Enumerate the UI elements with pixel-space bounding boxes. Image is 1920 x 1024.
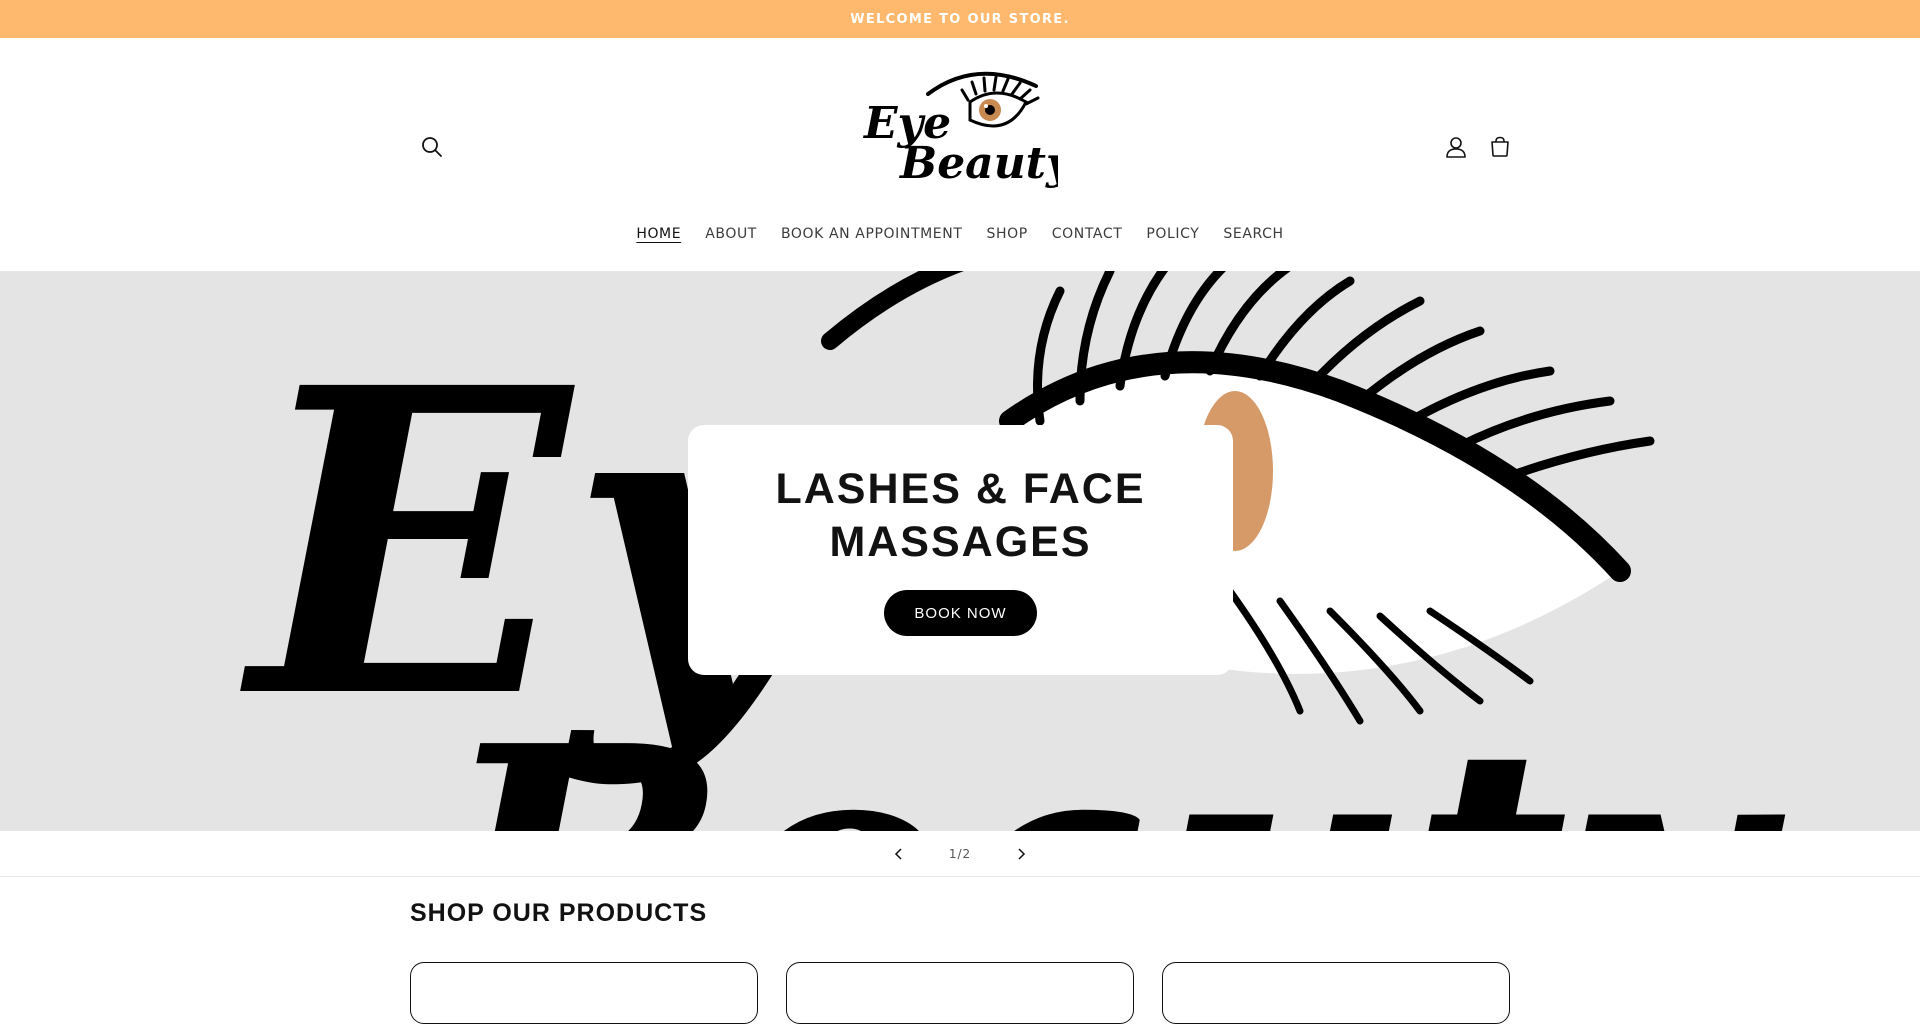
slide-prev-button[interactable]: [889, 844, 909, 864]
nav-item-policy[interactable]: POLICY: [1146, 222, 1199, 246]
chevron-left-icon: [894, 847, 902, 860]
slider-controls: 1/2: [0, 831, 1920, 877]
slide-counter: 1/2: [948, 846, 972, 861]
site-header: Eye Beauty HOME ABOUT BOOK AN APPOINTMEN…: [0, 38, 1920, 271]
book-now-button[interactable]: BOOK NOW: [884, 590, 1037, 636]
nav-item-book-appointment[interactable]: BOOK AN APPOINTMENT: [781, 222, 963, 246]
hero-content-card: LASHES & FACE MASSAGES BOOK NOW: [688, 425, 1233, 675]
svg-text:Beauty: Beauty: [429, 673, 1786, 831]
products-heading: SHOP OUR PRODUCTS: [410, 899, 708, 927]
announcement-bar: WELCOME TO OUR STORE.: [0, 0, 1920, 38]
slide-next-button[interactable]: [1011, 844, 1031, 864]
svg-text:Beauty: Beauty: [898, 138, 1058, 189]
nav-item-home[interactable]: HOME: [636, 222, 681, 246]
main-nav: HOME ABOUT BOOK AN APPOINTMENT SHOP CONT…: [0, 222, 1920, 246]
cart-icon: [1491, 136, 1509, 157]
nav-item-shop[interactable]: SHOP: [986, 222, 1027, 246]
nav-item-about[interactable]: ABOUT: [705, 222, 757, 246]
product-card[interactable]: [1162, 962, 1510, 1024]
cart-button[interactable]: [1480, 127, 1520, 167]
account-button[interactable]: [1436, 127, 1476, 167]
eye-beauty-logo[interactable]: Eye Beauty: [858, 60, 1058, 196]
hero-title: LASHES & FACE MASSAGES: [775, 465, 1146, 566]
product-card[interactable]: [410, 962, 758, 1024]
search-button[interactable]: [412, 127, 452, 167]
nav-item-contact[interactable]: CONTACT: [1052, 222, 1123, 246]
search-icon: [422, 137, 442, 157]
product-card[interactable]: [786, 962, 1134, 1024]
hero-slideshow: Ey Beauty LASHES & FACE MASSAGES BOOK NO…: [0, 271, 1920, 831]
nav-item-search[interactable]: SEARCH: [1223, 222, 1283, 246]
announcement-text: WELCOME TO OUR STORE.: [850, 11, 1070, 27]
user-icon: [1446, 137, 1466, 158]
chevron-right-icon: [1018, 847, 1026, 860]
